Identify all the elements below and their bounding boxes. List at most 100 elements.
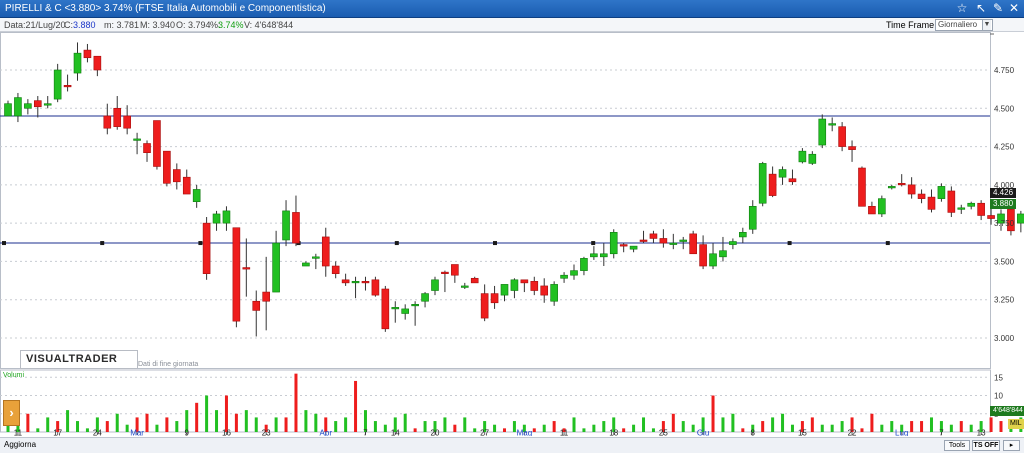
aggiorna-button[interactable]: Aggiorna: [4, 440, 36, 449]
candle-body: [739, 232, 747, 238]
y-tick-label: 3.750: [994, 219, 1015, 228]
chevron-down-icon[interactable]: ▼: [982, 20, 991, 30]
candle-body: [510, 279, 519, 291]
candle-body: [550, 284, 558, 302]
candle-body: [937, 186, 946, 199]
volume-bar: [244, 410, 248, 432]
line-handle: [394, 241, 399, 246]
volume-bar: [642, 417, 646, 432]
candle-body: [987, 215, 995, 219]
candle-body: [778, 169, 787, 178]
volume-tick-label: 15: [994, 373, 1003, 382]
volume-bar: [731, 413, 735, 432]
volume-bar: [542, 424, 546, 432]
candle-body: [321, 236, 330, 267]
volume-bar: [989, 417, 993, 432]
candle-body: [570, 270, 578, 276]
close-label: C:: [64, 20, 73, 30]
candle-body: [451, 264, 459, 276]
volume-bar: [920, 421, 924, 432]
candle-body: [967, 202, 976, 207]
volume-bar: [224, 395, 228, 432]
volume-bar: [691, 424, 695, 432]
candle-body: [957, 207, 966, 210]
timeframe-value: Giornaliero: [938, 20, 978, 29]
x-tick-label: 13: [977, 429, 986, 437]
volume-bar: [334, 421, 338, 432]
candle-body: [441, 271, 449, 274]
price-last-badge: 3.880: [990, 199, 1017, 209]
candle-body: [411, 304, 419, 307]
volume-bar: [423, 421, 427, 432]
candle-body: [351, 281, 360, 284]
volume-bar: [66, 410, 70, 432]
window-title: PIRELLI & C <3.880> 3.74% (FTSE Italia A…: [5, 3, 326, 14]
x-tick-label: 27: [480, 429, 489, 437]
timeframe-select[interactable]: Giornaliero ▼: [935, 19, 993, 31]
volume-bar: [314, 413, 318, 432]
candle-body: [887, 186, 896, 189]
x-tick-label: 8: [751, 429, 756, 437]
close-icon[interactable]: ✕: [1006, 1, 1022, 16]
volume-bar: [999, 421, 1003, 432]
volume-bar: [284, 417, 288, 432]
volume-bar: [46, 417, 50, 432]
candle-body: [43, 103, 52, 106]
x-tick-label: 20: [431, 429, 440, 437]
settings-wrench-icon[interactable]: ✎: [990, 1, 1006, 16]
candle-body: [480, 293, 489, 319]
scroll-right-icon[interactable]: ▸: [1003, 440, 1020, 451]
cursor-arrow-icon[interactable]: ↖: [973, 1, 989, 16]
volume-bar: [26, 413, 30, 432]
candle-body: [490, 293, 499, 304]
volume-bar: [959, 421, 963, 432]
volume-bar: [463, 417, 467, 432]
candle-body: [828, 123, 836, 126]
candle-body: [83, 49, 92, 59]
candle-body: [520, 279, 529, 284]
volume-bar: [741, 428, 745, 432]
candle-body: [758, 163, 767, 204]
expand-panel-arrow-icon[interactable]: ›: [3, 400, 20, 426]
volume-tick-label: 10: [994, 392, 1003, 401]
star-icon[interactable]: ☆: [954, 1, 970, 16]
tools-button[interactable]: Tools: [944, 440, 970, 451]
candle-body: [222, 210, 231, 224]
volume-bar: [761, 421, 765, 432]
ts-off-button[interactable]: TS OFF: [972, 440, 1000, 451]
volume-bar: [592, 424, 596, 432]
volume-bar: [274, 417, 278, 432]
candle-body: [848, 146, 856, 150]
logo-subtitle: Dati di fine giornata: [138, 361, 199, 368]
line-handle: [591, 241, 596, 246]
candle-body: [460, 285, 469, 288]
volume-bar: [830, 424, 834, 432]
x-tick-label: 22: [848, 429, 857, 437]
volume-bar: [810, 417, 814, 432]
chart-area[interactable]: 3.000 3.250 3.500 3.750 4.000 4.250 4.500 4.750…: [0, 32, 1024, 438]
volume-bar: [85, 428, 89, 432]
candle-body: [391, 307, 400, 310]
candle-body: [659, 238, 668, 244]
volume-bar: [125, 424, 129, 432]
candle-body: [580, 258, 588, 271]
candle-body: [282, 210, 290, 241]
axis-labels: 3.0003.2503.5003.7504.0004.2504.5004.750…: [14, 66, 1015, 438]
candle-body: [590, 253, 598, 258]
price-volume-chart[interactable]: 3.0003.2503.5003.7504.0004.2504.5004.750…: [0, 32, 1024, 438]
volume-bar: [572, 417, 576, 432]
candle-body: [639, 239, 648, 242]
candle-body: [669, 242, 678, 245]
volume-bar: [602, 421, 606, 432]
volume-bar: [205, 395, 209, 432]
volume-bar: [294, 373, 298, 432]
x-tick-label: 11: [560, 429, 569, 437]
volume-bar: [890, 421, 894, 432]
y-tick-label: 3.000: [994, 334, 1015, 343]
y-tick-label: 4.750: [994, 66, 1015, 75]
volume-bar: [512, 421, 516, 432]
candle-body: [470, 277, 479, 284]
candle-body: [182, 176, 191, 195]
volume-bar: [234, 413, 238, 432]
volume-bar: [582, 428, 586, 432]
